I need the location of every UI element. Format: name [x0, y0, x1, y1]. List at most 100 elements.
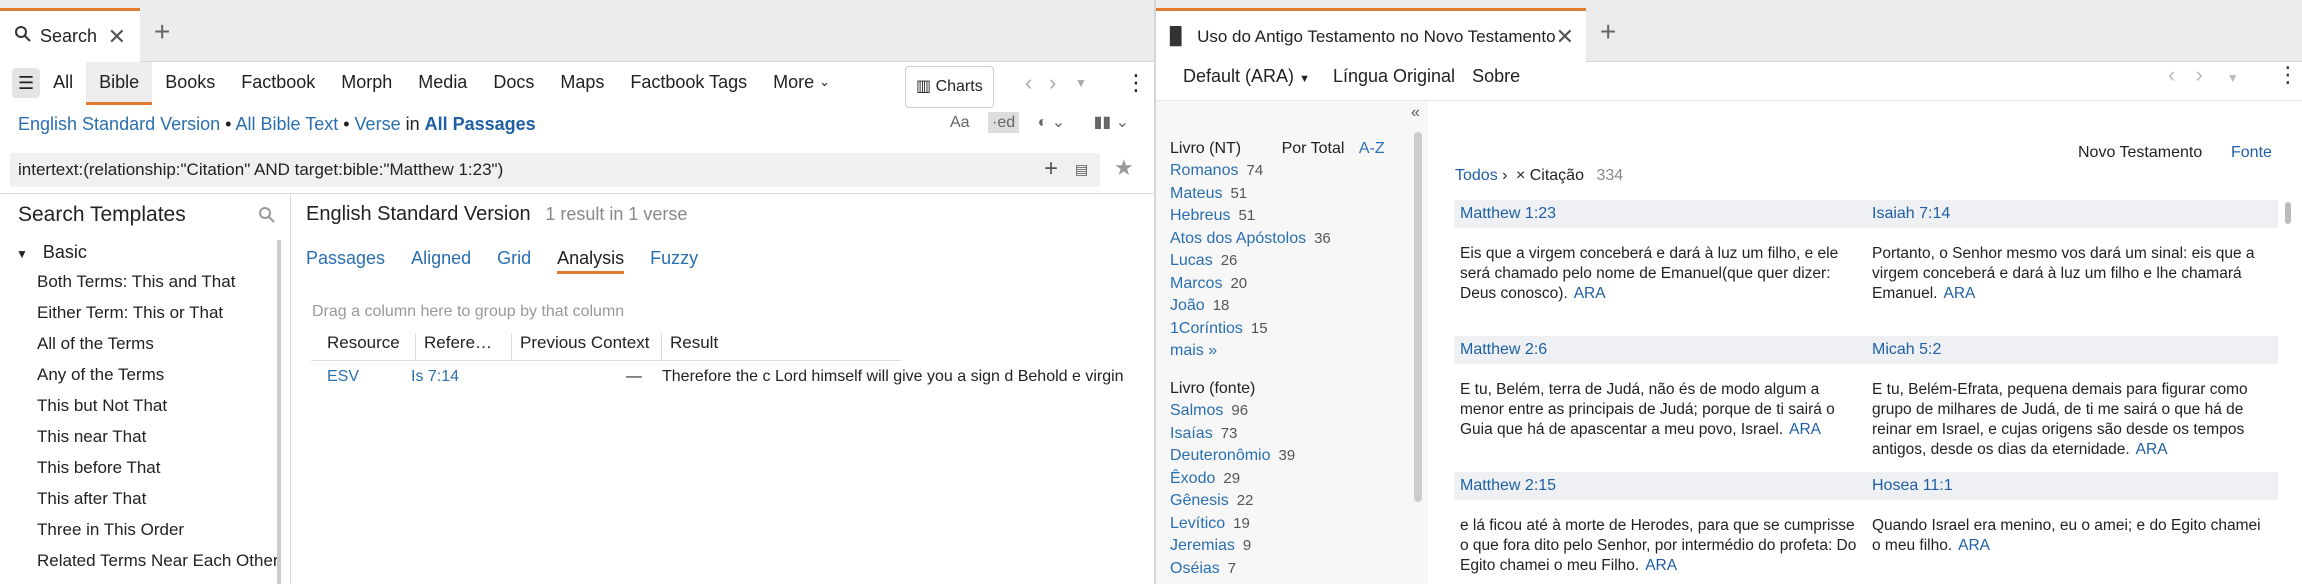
facet-item[interactable]: Isaías 73 — [1170, 425, 1295, 448]
view-tab-analysis[interactable]: Analysis — [557, 248, 625, 274]
nav-books[interactable]: Books — [152, 62, 228, 105]
view-tab-grid[interactable]: Grid — [497, 248, 531, 268]
back-icon[interactable]: ‹ — [2168, 62, 2175, 87]
nav-factbook-tags[interactable]: Factbook Tags — [617, 62, 760, 105]
add-tab-icon[interactable]: + — [154, 16, 170, 48]
reference-cell[interactable]: Is 7:14 — [403, 368, 499, 386]
template-item[interactable]: Three in This Order — [37, 520, 279, 551]
text-options-icon[interactable]: ·ed — [988, 112, 1020, 133]
source-link[interactable]: Fonte — [2231, 144, 2272, 162]
ot-ref-link[interactable]: Isaiah 7:14 — [1866, 205, 1950, 223]
nt-ref-link[interactable]: Matthew 2:6 — [1454, 341, 1866, 359]
main-scrollbar[interactable] — [2285, 202, 2291, 224]
sort-total[interactable]: Por Total — [1282, 140, 1345, 157]
nav-factbook[interactable]: Factbook — [228, 62, 328, 105]
template-item[interactable]: This near That — [37, 427, 279, 458]
nav-media[interactable]: Media — [405, 62, 480, 105]
facet-item[interactable]: Deuteronômio 39 — [1170, 447, 1295, 470]
ara-link[interactable]: ARA — [1574, 285, 1606, 302]
query-input[interactable]: intertext:(relationship:"Citation" AND t… — [18, 160, 503, 180]
templates-search-icon[interactable] — [258, 206, 276, 229]
template-item[interactable]: Any of the Terms — [37, 365, 279, 396]
template-item[interactable]: This but Not That — [37, 396, 279, 427]
collapse-icon[interactable]: « — [1411, 104, 1420, 122]
nav-all[interactable]: All — [40, 62, 86, 105]
font-size-icon[interactable]: Aa — [950, 114, 970, 131]
template-item[interactable]: Both Terms: This and That — [37, 272, 279, 303]
ara-link[interactable]: ARA — [1943, 285, 1975, 302]
keyboard-icon[interactable]: ▤ — [1075, 161, 1088, 178]
facet-item[interactable]: Lucas 26 — [1170, 252, 1331, 275]
visual-filter-icon[interactable]: ◐ ⌄ — [1038, 114, 1066, 131]
ara-link[interactable]: ARA — [1645, 557, 1677, 574]
ara-link[interactable]: ARA — [2136, 441, 2168, 458]
table-row[interactable]: ESV Is 7:14 — Therefore the c Lord himse… — [311, 368, 1131, 386]
history-dropdown-icon[interactable]: ▼ — [2227, 71, 2239, 85]
column-header[interactable]: Refere… — [415, 333, 511, 360]
facet-item[interactable]: Atos dos Apóstolos 36 — [1170, 230, 1331, 253]
tab-ot-in-nt[interactable]: ▉ Uso do Antigo Testamento no Novo Testa… — [1156, 8, 1586, 62]
column-header[interactable]: Previous Context — [511, 333, 661, 360]
template-item[interactable]: Either Term: This or That — [37, 303, 279, 334]
crumb-filter[interactable]: × Citação — [1516, 167, 1584, 184]
about-link[interactable]: Sobre — [1472, 66, 1520, 86]
menu-icon[interactable]: ☰ — [12, 68, 41, 98]
text-link[interactable]: All Bible Text — [235, 114, 338, 134]
add-tab-icon[interactable]: + — [1600, 16, 1616, 48]
nav-morph[interactable]: Morph — [328, 62, 405, 105]
template-item[interactable]: This before That — [37, 458, 279, 489]
history-dropdown-icon[interactable]: ▼ — [1062, 63, 1100, 103]
template-item[interactable]: This after That — [37, 489, 279, 520]
facet-item[interactable]: Romanos 74 — [1170, 162, 1331, 185]
add-icon[interactable]: + — [1044, 155, 1058, 183]
columns-icon[interactable]: ▮▮ ⌄ — [1094, 114, 1129, 131]
facet-item[interactable]: Salmos 96 — [1170, 402, 1295, 425]
facet-item[interactable]: Gênesis 22 — [1170, 492, 1295, 515]
facet-item[interactable]: Hebreus 51 — [1170, 207, 1331, 230]
view-tab-fuzzy[interactable]: Fuzzy — [650, 248, 698, 268]
resource-cell[interactable]: ESV — [311, 368, 403, 386]
close-icon[interactable]: ✕ — [1556, 24, 1574, 50]
templates-group[interactable]: ▼ Basic — [16, 242, 87, 263]
nav-bible[interactable]: Bible — [86, 61, 153, 105]
facet-item[interactable]: Jeremias 9 — [1170, 537, 1295, 560]
ot-ref-link[interactable]: Hosea 11:1 — [1866, 477, 1953, 495]
crumb-all[interactable]: Todos — [1455, 167, 1498, 184]
facet-item[interactable]: João 18 — [1170, 297, 1331, 320]
sort-az[interactable]: A-Z — [1359, 140, 1385, 157]
close-icon[interactable]: ✕ — [108, 24, 126, 50]
ot-ref-link[interactable]: Micah 5:2 — [1866, 341, 1941, 359]
more-options-icon[interactable]: ⋮ — [2277, 62, 2299, 87]
facet-item[interactable]: Oséias 7 — [1170, 560, 1295, 583]
more-link[interactable]: mais » — [1170, 342, 1217, 360]
templates-scrollbar[interactable] — [277, 240, 281, 584]
facet-scrollbar[interactable] — [1414, 132, 1422, 502]
facet-item[interactable]: 1Coríntios 15 — [1170, 320, 1331, 343]
passages-link[interactable]: All Passages — [425, 114, 536, 134]
original-link[interactable]: Língua Original — [1333, 66, 1455, 86]
nav-docs[interactable]: Docs — [480, 62, 547, 105]
ara-link[interactable]: ARA — [1789, 421, 1821, 438]
view-tab-aligned[interactable]: Aligned — [411, 248, 471, 268]
tab-search[interactable]: Search ✕ — [0, 8, 140, 62]
more-options-icon[interactable]: ⋮ — [1112, 63, 1160, 103]
nav-more[interactable]: More — [760, 62, 827, 105]
version-link[interactable]: English Standard Version — [18, 114, 220, 134]
facet-item[interactable]: Mateus 51 — [1170, 185, 1331, 208]
facet-item[interactable]: Marcos 20 — [1170, 275, 1331, 298]
nt-ref-link[interactable]: Matthew 2:15 — [1454, 477, 1866, 495]
template-item[interactable]: All of the Terms — [37, 334, 279, 365]
facet-item[interactable]: Levítico 19 — [1170, 515, 1295, 538]
charts-button[interactable]: ▥ Charts — [905, 66, 994, 108]
view-tab-passages[interactable]: Passages — [306, 248, 385, 268]
default-dropdown[interactable]: Default (ARA) ▼ — [1183, 66, 1310, 86]
template-item[interactable]: Related Terms Near Each Other — [37, 551, 279, 582]
ara-link[interactable]: ARA — [1958, 537, 1990, 554]
forward-icon[interactable]: › — [2195, 62, 2202, 87]
nav-maps[interactable]: Maps — [547, 62, 617, 105]
expand-icon[interactable]: ▼ — [16, 247, 28, 261]
star-icon[interactable]: ★ — [1114, 155, 1134, 181]
column-header[interactable]: Resource — [311, 333, 415, 360]
unit-link[interactable]: Verse — [355, 114, 401, 134]
column-header[interactable]: Result — [661, 333, 901, 360]
